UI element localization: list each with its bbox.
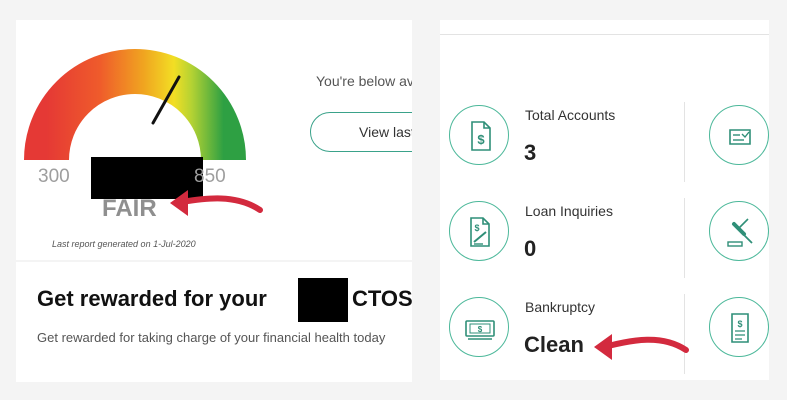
- rewards-banner[interactable]: Get rewarded for your CTOS Get rewarded …: [16, 262, 412, 382]
- credit-card-check-icon: [709, 105, 769, 165]
- rating-arrow-icon: [170, 190, 263, 216]
- svg-text:$: $: [474, 223, 479, 233]
- loan-inquiries-value: 0: [524, 236, 537, 261]
- score-comparison-text: You're below av: [316, 73, 412, 89]
- rewards-brand: CTOS: [352, 286, 412, 311]
- bankruptcy-label: Bankruptcy: [525, 299, 596, 315]
- gauge-min-label: 300: [38, 166, 70, 187]
- gauge-arc: [24, 49, 246, 161]
- divider: [684, 198, 685, 278]
- score-card: 300 850 FAIR Last report generated on 1-…: [16, 20, 412, 260]
- rewards-subtitle: Get rewarded for taking charge of your f…: [37, 330, 386, 345]
- bill-icon: $: [709, 297, 769, 357]
- score-rating: FAIR: [102, 195, 157, 222]
- divider: [440, 34, 769, 35]
- svg-text:$: $: [737, 319, 742, 329]
- dollar-document-icon: $: [449, 105, 509, 165]
- divider: [684, 102, 685, 182]
- bankruptcy-arrow-icon: [594, 334, 689, 360]
- redacted-name: [298, 278, 348, 322]
- signed-document-icon: $: [449, 201, 509, 261]
- svg-text:$: $: [477, 132, 485, 147]
- svg-text:$: $: [478, 325, 483, 334]
- view-last-report-button[interactable]: View last: [310, 112, 412, 152]
- total-accounts-label: Total Accounts: [525, 107, 616, 123]
- loan-inquiries-label: Loan Inquiries: [525, 203, 613, 219]
- rewards-title: Get rewarded for your: [37, 286, 267, 311]
- credit-stats-panel: $ Total Accounts 3 $ Loan Inquiries 0 $ …: [440, 20, 769, 380]
- gavel-icon: [709, 201, 769, 261]
- cash-icon: $: [449, 297, 509, 357]
- score-gauge: [24, 49, 246, 161]
- last-report-date: Last report generated on 1-Jul-2020: [52, 239, 196, 249]
- bankruptcy-value: Clean: [524, 332, 584, 357]
- total-accounts-value: 3: [524, 140, 537, 165]
- gauge-max-label: 850: [194, 166, 226, 187]
